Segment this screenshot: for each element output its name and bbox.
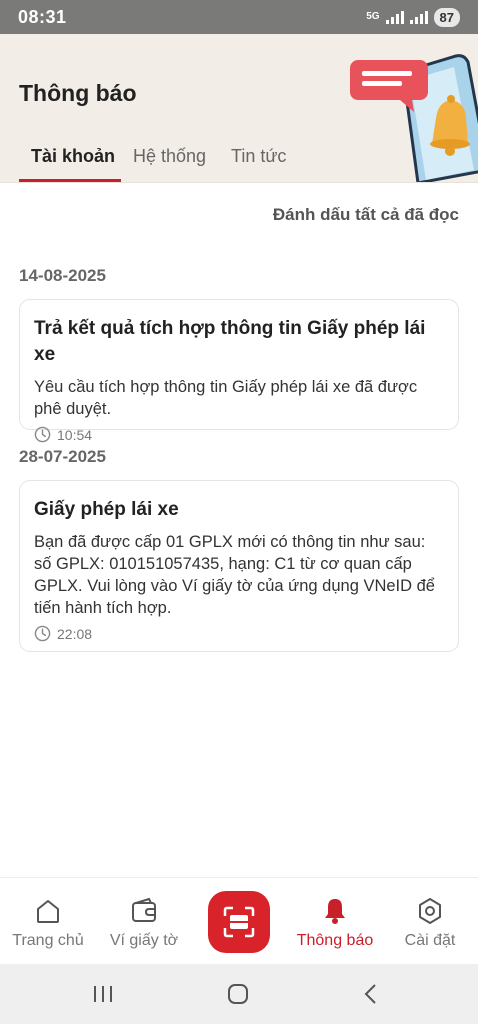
nav-label: Ví giấy tờ [109, 932, 179, 949]
clock-icon [34, 426, 51, 443]
time-text: 22:08 [57, 625, 93, 642]
nav-wallet[interactable]: Ví giấy tờ [102, 878, 186, 965]
notification-tabs: Tài khoản Hệ thống Tin tức [0, 132, 478, 183]
battery-level: 87 [433, 7, 460, 27]
wallet-icon [132, 897, 156, 922]
notification-time: 22:08 [34, 625, 444, 642]
notification-body: Yêu cầu tích hợp thông tin Giấy phép lái… [34, 378, 418, 418]
home-button-icon[interactable] [225, 981, 251, 1007]
back-icon[interactable] [358, 981, 384, 1007]
signal-icon [385, 10, 404, 24]
scan-button[interactable] [208, 891, 270, 953]
notification-title: Giấy phép lái xe [34, 499, 179, 520]
clock-icon [34, 625, 51, 642]
notification-card[interactable]: Giấy phép lái xe Bạn đã được cấp 01 GPLX… [19, 480, 459, 652]
status-icons: 5G 87 [366, 7, 460, 27]
date-header: 28-07-2025 [19, 447, 106, 466]
home-icon [37, 900, 59, 923]
notification-title: Trả kết quả tích hợp thông tin Giấy phép… [34, 318, 426, 365]
notification-card[interactable]: Trả kết quả tích hợp thông tin Giấy phép… [19, 299, 459, 443]
tab-account[interactable]: Tài khoản [31, 132, 115, 183]
notification-time: 10:54 [34, 426, 444, 443]
time-text: 10:54 [57, 426, 93, 443]
notification-body: Bạn đã được cấp 01 GPLX mới có thông tin… [34, 533, 435, 617]
recent-apps-icon[interactable] [90, 981, 116, 1007]
nav-label: Cài đặt [404, 932, 456, 949]
nav-settings[interactable]: Cài đặt [394, 878, 466, 965]
scan-icon [223, 906, 255, 938]
network-type: 5G [366, 11, 380, 22]
mark-all-read-button[interactable]: Đánh dấu tất cả đã đọc [273, 205, 459, 225]
tab-system[interactable]: Hệ thống [133, 132, 206, 183]
page-title: Thông báo [19, 80, 137, 106]
tab-news[interactable]: Tin tức [231, 132, 286, 183]
signal-icon-2 [409, 10, 428, 24]
nav-notifications[interactable]: Thông báo [292, 878, 378, 965]
nav-label: Trang chủ [12, 932, 84, 949]
divider [0, 182, 478, 183]
settings-icon [419, 898, 441, 924]
bell-icon [325, 899, 345, 924]
nav-home[interactable]: Trang chủ [6, 878, 90, 965]
system-navigation-bar [0, 964, 478, 1024]
nav-label: Thông báo [296, 932, 374, 949]
date-header: 14-08-2025 [19, 266, 106, 285]
bottom-navigation: Trang chủ Ví giấy tờ Thông báo Cài đặt [0, 877, 478, 964]
status-time: 08:31 [18, 6, 67, 27]
status-bar: 08:31 5G 87 [0, 0, 478, 34]
